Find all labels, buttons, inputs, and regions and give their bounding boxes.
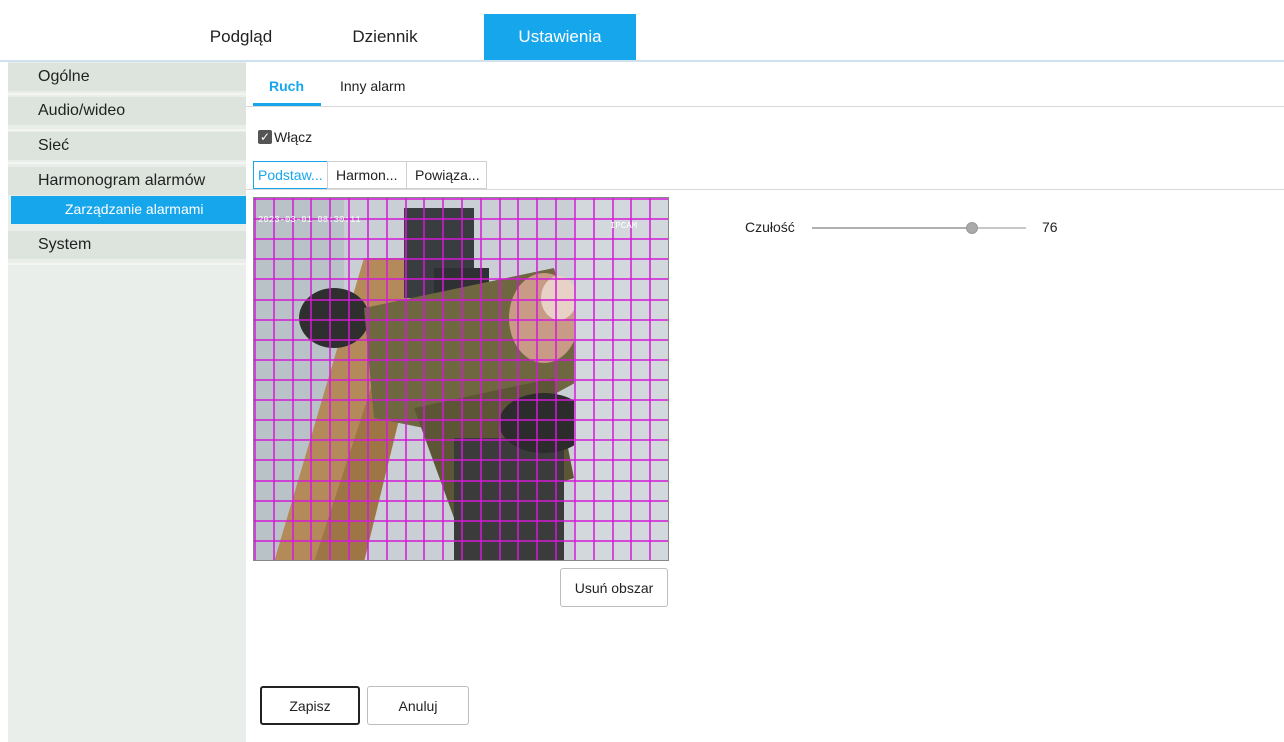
step-tab-powiazanie[interactable]: Powiąza... (406, 161, 487, 189)
sidebar-item-siec[interactable]: Sieć (8, 132, 246, 160)
video-timestamp: 2023-03-01 08:30:11 (258, 215, 361, 225)
slider-fill (812, 227, 972, 229)
subtab-ruch[interactable]: Ruch (269, 78, 304, 106)
sidebar-item-harmonogram-alarmow[interactable]: Harmonogram alarmów (8, 167, 246, 195)
sidebar-item-ogolne[interactable]: Ogólne (8, 63, 246, 91)
subtab-inny-alarm[interactable]: Inny alarm (340, 78, 405, 106)
video-preview[interactable]: 2023-03-01 08:30:11 IPCAM (253, 197, 669, 561)
sidebar: Ogólne Audio/wideo Sieć Harmonogram alar… (8, 62, 246, 742)
checkmark-icon: ✓ (258, 130, 272, 144)
slider-thumb[interactable] (966, 222, 978, 234)
sidebar-divider (8, 263, 246, 265)
cancel-button[interactable]: Anuluj (367, 686, 469, 725)
sidebar-item-system[interactable]: System (8, 231, 246, 259)
sensitivity-slider[interactable] (812, 220, 1026, 236)
save-button[interactable]: Zapisz (260, 686, 360, 725)
subtabs-divider (246, 106, 1284, 107)
tab-podglad[interactable]: Podgląd (196, 14, 286, 60)
clear-area-button[interactable]: Usuń obszar (560, 568, 668, 607)
step-tab-podstawowe[interactable]: Podstaw... (253, 161, 329, 189)
sidebar-divider (8, 129, 246, 131)
steps-divider (246, 189, 1284, 190)
tab-ustawienia[interactable]: Ustawienia (484, 14, 636, 60)
sidebar-item-zarzadzanie-alarmami[interactable]: Zarządzanie alarmami (11, 196, 246, 224)
sidebar-divider (8, 93, 246, 95)
tab-dziennik[interactable]: Dziennik (340, 14, 430, 60)
video-frame: 2023-03-01 08:30:11 IPCAM (254, 198, 668, 560)
sidebar-item-audio-wideo[interactable]: Audio/wideo (8, 97, 246, 125)
step-tab-harmonogram[interactable]: Harmon... (327, 161, 407, 189)
top-navigation: Podgląd Dziennik Ustawienia (0, 0, 1284, 62)
sensitivity-value: 76 (1042, 219, 1058, 235)
video-camera-label: IPCAM (610, 221, 637, 231)
enable-checkbox[interactable]: ✓ Włącz (258, 128, 312, 146)
enable-label: Włącz (274, 129, 313, 145)
sidebar-divider (8, 162, 246, 164)
sensitivity-label: Czułość (745, 219, 795, 235)
